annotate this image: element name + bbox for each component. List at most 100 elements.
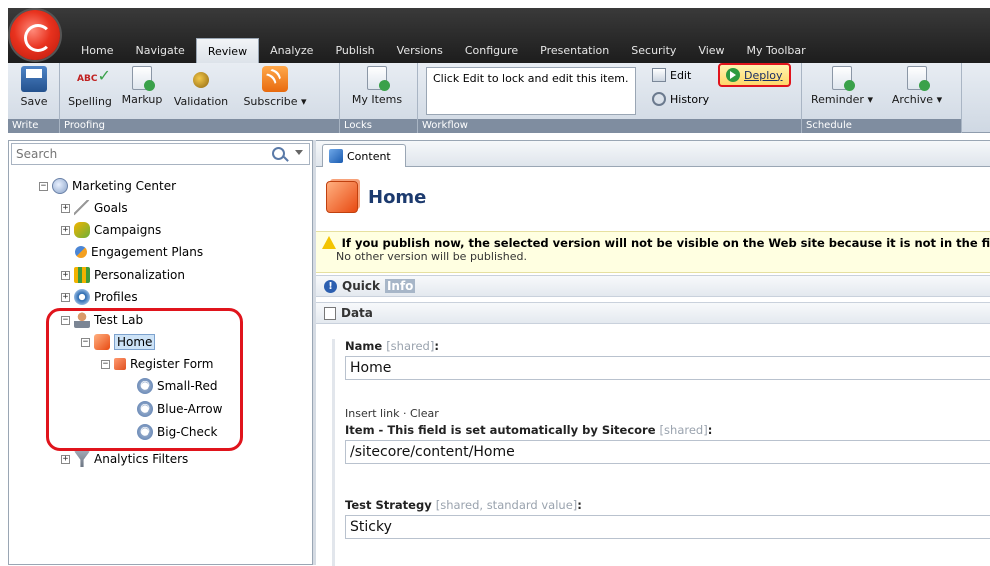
collapse-icon[interactable]: − — [39, 181, 48, 191]
item-title: Home — [368, 186, 427, 208]
tab-home[interactable]: Home — [70, 38, 124, 63]
deploy-label: Deploy — [744, 68, 783, 82]
collapse-icon[interactable]: − — [101, 359, 110, 369]
tab-publish[interactable]: Publish — [324, 38, 385, 63]
tree-item-campaigns[interactable]: + Campaigns — [61, 220, 161, 240]
tab-presentation[interactable]: Presentation — [529, 38, 620, 63]
arrow-right-circle-icon — [726, 68, 740, 82]
tree-item-test-lab[interactable]: − Test Lab — [61, 310, 143, 330]
group-locks: My Items Locks — [340, 63, 418, 133]
search-icon[interactable] — [272, 147, 285, 160]
subscribe-button[interactable]: Subscribe ▾ — [236, 66, 314, 108]
tree-item-marketing-center[interactable]: − Marketing Center — [39, 176, 176, 196]
tree-item-personalization[interactable]: + Personalization — [61, 265, 185, 285]
group-label: Workflow — [418, 119, 801, 133]
edit-label: Edit — [670, 68, 692, 82]
search-input[interactable] — [12, 144, 262, 164]
edit-button[interactable]: Edit — [652, 68, 691, 82]
tree-item-big-check[interactable]: @ Big-Check — [137, 422, 217, 442]
test-strategy-field[interactable] — [345, 515, 990, 539]
tree-item-home[interactable]: − Home — [81, 332, 156, 352]
spelling-button[interactable]: ABC✓ Spelling — [66, 66, 114, 108]
validation-label: Validation — [173, 95, 229, 108]
field-links[interactable]: Insert link · Clear — [345, 407, 990, 420]
group-label: Schedule — [802, 119, 961, 133]
history-button[interactable]: History — [652, 92, 709, 106]
expand-icon[interactable]: + — [61, 270, 70, 280]
save-button[interactable]: Save — [12, 66, 56, 108]
tab-navigate[interactable]: Navigate — [124, 38, 195, 63]
sitecore-logo-icon[interactable] — [10, 10, 60, 60]
collapse-icon[interactable]: − — [61, 315, 70, 325]
section-label: Quick — [342, 279, 380, 293]
warning-subtext: No other version will be published. — [336, 250, 527, 263]
item-header: Home — [326, 181, 426, 213]
search-box — [11, 143, 310, 165]
filter-icon — [74, 451, 90, 467]
group-label: Proofing — [60, 119, 339, 133]
group-proofing: ABC✓ Spelling Markup Validation Subscrib… — [60, 63, 340, 133]
section-data[interactable]: Data — [316, 302, 990, 324]
group-label: Write — [8, 119, 59, 133]
expand-icon[interactable]: + — [61, 225, 70, 235]
tree-item-label: Marketing Center — [72, 179, 177, 193]
archive-label: Archive — [891, 93, 934, 106]
tree-item-label: Analytics Filters — [94, 452, 189, 466]
tab-view[interactable]: View — [687, 38, 735, 63]
editor-tabstrip: Content — [316, 141, 990, 167]
tab-my-toolbar[interactable]: My Toolbar — [736, 38, 817, 63]
personalization-icon — [74, 267, 90, 283]
tree-item-label: Register Form — [130, 357, 214, 371]
my-items-button[interactable]: My Items — [346, 66, 408, 106]
spelling-label: Spelling — [68, 95, 112, 108]
spelling-icon: ABC✓ — [77, 66, 111, 85]
tree-item-label: Home — [114, 334, 156, 350]
tree-item-profiles[interactable]: + Profiles — [61, 287, 138, 307]
deploy-button[interactable]: Deploy — [718, 63, 791, 87]
group-schedule: Reminder ▾ Archive ▾ Schedule — [802, 63, 962, 133]
tree-item-analytics-filters[interactable]: + Analytics Filters — [61, 449, 188, 469]
tree-item-label: Engagement Plans — [91, 245, 204, 259]
section-quick-info[interactable]: ! Quick Info — [316, 275, 990, 297]
chevron-down-icon[interactable] — [295, 150, 303, 155]
tab-configure[interactable]: Configure — [454, 38, 529, 63]
reminder-icon — [832, 66, 855, 91]
tab-security[interactable]: Security — [620, 38, 687, 63]
tab-versions[interactable]: Versions — [386, 38, 454, 63]
history-icon — [652, 92, 666, 106]
archive-button[interactable]: Archive ▾ — [882, 66, 952, 106]
item-field[interactable] — [345, 440, 990, 464]
field-label: Test Strategy [shared, standard value]: — [345, 498, 582, 512]
tree-item-engagement-plans[interactable]: Engagement Plans — [75, 242, 203, 262]
my-items-icon — [367, 66, 390, 91]
name-field[interactable] — [345, 356, 990, 380]
engagement-plan-icon — [75, 246, 87, 258]
validation-button[interactable]: Validation — [172, 66, 230, 108]
expand-icon[interactable]: + — [61, 203, 70, 213]
markup-icon — [132, 66, 155, 91]
workflow-notice: Click Edit to lock and edit this item. — [426, 67, 636, 115]
edit-icon — [652, 68, 666, 82]
archive-icon — [907, 66, 930, 91]
expand-icon[interactable]: + — [61, 454, 70, 464]
field-label: Item - This field is set automatically b… — [345, 423, 713, 437]
marketing-center-icon — [52, 178, 68, 194]
chevron-down-icon: ▾ — [936, 93, 943, 106]
data-section-icon — [324, 306, 336, 320]
group-label: Locks — [340, 119, 417, 133]
tree-item-small-red[interactable]: @ Small-Red — [137, 376, 217, 396]
editor-pane: Content Home If you publish now, the sel… — [316, 140, 990, 566]
tab-analyze[interactable]: Analyze — [259, 38, 324, 63]
rss-icon — [262, 66, 288, 92]
tree-item-register-form[interactable]: − Register Form — [101, 354, 213, 374]
group-workflow: Click Edit to lock and edit this item. E… — [418, 63, 802, 133]
collapse-icon[interactable]: − — [81, 337, 90, 347]
expand-icon[interactable]: + — [61, 292, 70, 302]
tab-content[interactable]: Content — [322, 144, 406, 167]
tab-review[interactable]: Review — [195, 38, 260, 63]
tree-item-goals[interactable]: + Goals — [61, 198, 128, 218]
markup-button[interactable]: Markup — [120, 66, 164, 106]
tree-item-blue-arrow[interactable]: @ Blue-Arrow — [137, 399, 222, 419]
reminder-button[interactable]: Reminder ▾ — [806, 66, 878, 106]
item-icon — [326, 181, 358, 213]
